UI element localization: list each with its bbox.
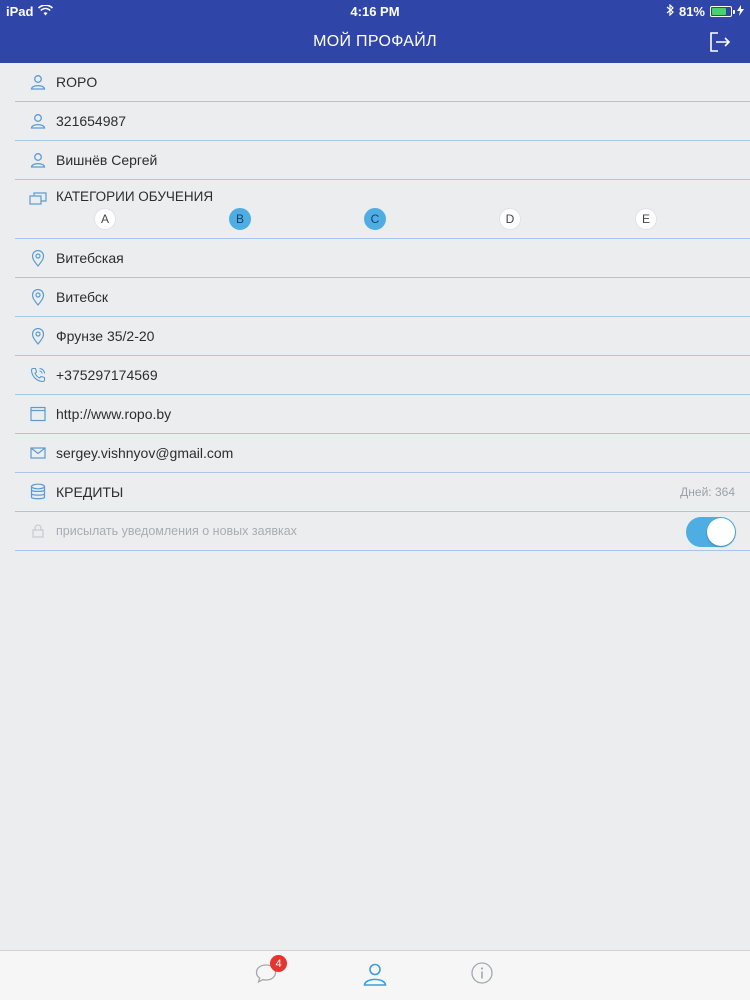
notify-row: присылать уведомления о новых заявках	[15, 512, 750, 551]
notify-label: присылать уведомления о новых заявках	[56, 524, 297, 538]
location-pin-icon	[27, 325, 49, 347]
battery-icon	[710, 6, 735, 17]
name-value: Вишнёв Сергей	[56, 152, 158, 168]
category-a[interactable]: A	[94, 208, 116, 230]
browser-icon	[27, 403, 49, 425]
tab-info[interactable]	[470, 961, 496, 987]
info-icon	[470, 962, 494, 989]
toggle-knob[interactable]	[707, 518, 735, 546]
messages-badge: 4	[270, 955, 287, 972]
credits-label: КРЕДИТЫ	[56, 484, 124, 500]
tab-profile[interactable]	[362, 961, 388, 987]
category-e[interactable]: E	[635, 208, 657, 230]
categories-row: КАТЕГОРИИ ОБУЧЕНИЯ A B C D E	[15, 180, 750, 239]
tab-messages[interactable]: 4	[254, 955, 287, 989]
user-icon	[27, 71, 49, 93]
user-icon	[27, 110, 49, 132]
notify-toggle[interactable]	[686, 517, 736, 547]
lock-icon	[27, 520, 49, 542]
profile-icon	[362, 963, 388, 991]
login-row: ROPO	[15, 63, 750, 102]
database-icon	[27, 481, 49, 503]
category-b[interactable]: B	[229, 208, 251, 230]
user-icon	[27, 149, 49, 171]
location-pin-icon	[27, 247, 49, 269]
categories-label: КАТЕГОРИИ ОБУЧЕНИЯ	[56, 189, 214, 204]
city-value: Витебск	[56, 289, 109, 305]
categories-icon	[27, 187, 49, 209]
email-row: sergey.vishnyov@gmail.com	[15, 434, 750, 473]
id-value: 321654987	[56, 113, 127, 129]
credits-row[interactable]: КРЕДИТЫ Дней: 364	[15, 473, 750, 512]
phone-value[interactable]: +375297174569	[56, 367, 158, 383]
bluetooth-icon	[666, 3, 674, 19]
region-row: Витебская	[15, 239, 750, 278]
email-value[interactable]: sergey.vishnyov@gmail.com	[56, 445, 233, 461]
charging-icon	[737, 4, 744, 19]
name-row: Вишнёв Сергей	[15, 141, 750, 180]
status-time: 4:16 PM	[350, 4, 400, 19]
address-value: Фрунзе 35/2-20	[56, 328, 155, 344]
profile-list: ROPO 321654987 Вишнёв Сергей КАТЕГОРИИ О…	[0, 63, 750, 551]
id-row: 321654987	[15, 102, 750, 141]
region-value: Витебская	[56, 250, 124, 266]
website-value[interactable]: http://www.ropo.by	[56, 406, 171, 422]
nav-bar: МОЙ ПРОФАЙЛ	[0, 22, 750, 63]
login-value: ROPO	[56, 74, 98, 90]
phone-row: +375297174569	[15, 356, 750, 395]
page-title: МОЙ ПРОФАЙЛ	[313, 33, 437, 50]
mail-icon	[27, 442, 49, 464]
category-d[interactable]: D	[499, 208, 521, 230]
logout-icon[interactable]	[708, 30, 732, 54]
address-row: Фрунзе 35/2-20	[15, 317, 750, 356]
location-pin-icon	[27, 286, 49, 308]
tab-bar: 4	[0, 950, 750, 1000]
battery-fill	[712, 8, 726, 15]
battery-percent: 81%	[678, 4, 705, 19]
website-row: http://www.ropo.by	[15, 395, 750, 434]
city-row: Витебск	[15, 278, 750, 317]
chat-icon	[254, 964, 278, 989]
credits-days: Дней: 364	[680, 485, 735, 499]
phone-icon	[27, 364, 49, 386]
category-c[interactable]: C	[364, 208, 386, 230]
status-bar: iPad 4:16 PM 81%	[0, 0, 750, 22]
